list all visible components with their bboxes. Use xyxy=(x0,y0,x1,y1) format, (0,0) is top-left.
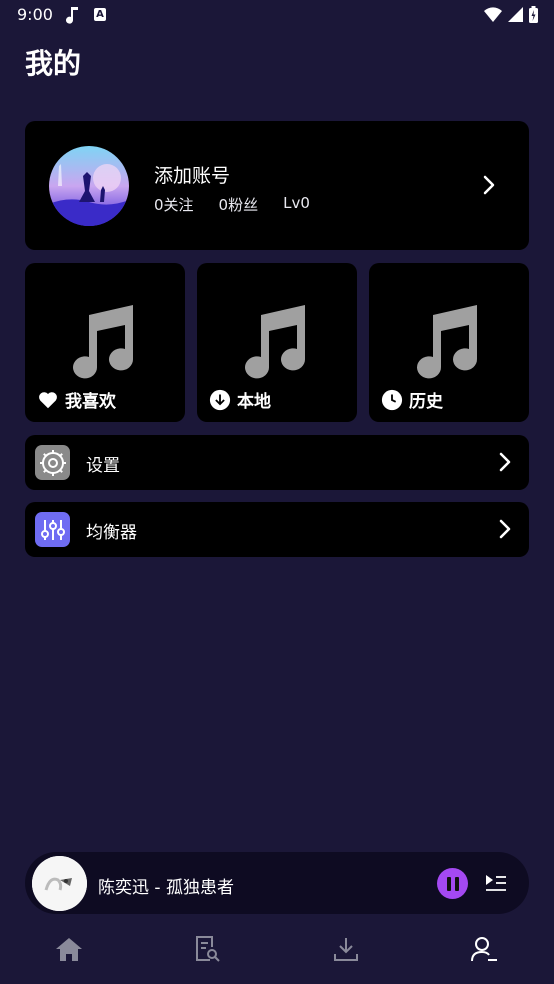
equalizer-label: 均衡器 xyxy=(86,523,137,543)
music-note-icon xyxy=(66,6,80,28)
tile-favorites-label: 我喜欢 xyxy=(65,392,116,412)
following-count[interactable]: 0关注 xyxy=(154,194,194,215)
now-playing-title: 陈奕迅 - 孤独患者 xyxy=(98,878,234,898)
album-cover[interactable] xyxy=(32,856,87,911)
music-note-icon xyxy=(411,301,481,385)
account-name[interactable]: 添加账号 xyxy=(154,161,230,188)
followers-count[interactable]: 0粉丝 xyxy=(219,194,259,215)
chevron-right-icon xyxy=(499,519,511,543)
heart-icon xyxy=(39,391,57,408)
music-note-icon xyxy=(67,301,137,385)
equalizer-icon xyxy=(35,512,70,547)
home-icon xyxy=(56,938,82,961)
user-icon xyxy=(471,937,497,962)
tile-local-label: 本地 xyxy=(237,392,271,412)
tile-favorites[interactable]: 我喜欢 xyxy=(25,263,185,422)
document-search-icon xyxy=(196,936,220,962)
clock-icon xyxy=(381,389,403,410)
tile-label: 历史 xyxy=(381,387,443,412)
settings-row[interactable]: 设置 xyxy=(25,435,529,490)
mini-player[interactable]: 陈奕迅 - 孤独患者 xyxy=(25,852,529,914)
nav-profile[interactable] xyxy=(469,934,499,964)
tile-local[interactable]: 本地 xyxy=(197,263,357,422)
pause-icon xyxy=(446,876,459,891)
account-stats: 0关注 0粉丝 Lv0 xyxy=(154,194,310,215)
wifi-icon xyxy=(484,7,502,22)
status-indicators xyxy=(484,6,538,23)
settings-label: 设置 xyxy=(86,456,120,476)
download-tray-icon xyxy=(334,938,358,961)
status-time: 9:00 xyxy=(17,5,53,24)
account-card[interactable]: 添加账号 0关注 0粉丝 Lv0 xyxy=(25,121,529,250)
page-title: 我的 xyxy=(25,47,82,80)
level-badge: Lv0 xyxy=(283,194,310,212)
signal-icon xyxy=(508,7,523,22)
chevron-right-icon xyxy=(483,175,495,199)
tile-history[interactable]: 历史 xyxy=(369,263,529,422)
notification-a-icon: A xyxy=(94,8,106,21)
tile-label: 本地 xyxy=(209,387,271,412)
equalizer-row[interactable]: 均衡器 xyxy=(25,502,529,557)
download-icon xyxy=(209,389,231,410)
status-bar: 9:00 A xyxy=(0,0,554,30)
music-note-icon xyxy=(239,301,309,385)
nav-download[interactable] xyxy=(331,934,361,964)
chevron-right-icon xyxy=(499,452,511,476)
playlist-queue-icon[interactable] xyxy=(485,873,507,897)
avatar[interactable] xyxy=(49,146,129,226)
gear-icon xyxy=(35,445,70,480)
nav-search-doc[interactable] xyxy=(192,934,222,964)
pause-button[interactable] xyxy=(437,868,468,899)
bottom-nav xyxy=(0,924,554,984)
nav-home[interactable] xyxy=(54,934,84,964)
tile-history-label: 历史 xyxy=(409,392,443,412)
tile-label: 我喜欢 xyxy=(37,387,116,412)
battery-icon xyxy=(529,6,538,23)
